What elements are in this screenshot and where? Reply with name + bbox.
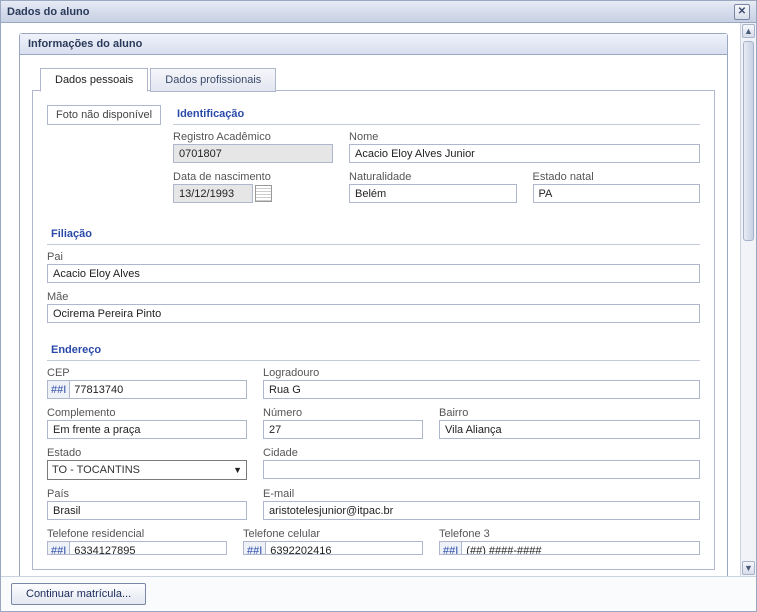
section-filiation: Filiação (47, 225, 700, 245)
label-logradouro: Logradouro (263, 367, 700, 379)
tel-res-value: 6334127895 (74, 545, 135, 555)
label-estado: Estado (47, 447, 247, 459)
field-pais[interactable]: Brasil (47, 501, 247, 520)
label-nome: Nome (349, 131, 700, 143)
continue-enrollment-button[interactable]: Continuar matrícula... (11, 583, 146, 605)
photo-column: Foto não disponível (47, 105, 161, 211)
field-cidade[interactable] (263, 460, 700, 479)
field-logradouro[interactable]: Rua G (263, 380, 700, 399)
label-registro: Registro Acadêmico (173, 131, 333, 143)
photo-placeholder: Foto não disponível (47, 105, 161, 125)
label-tel-cel: Telefone celular (243, 528, 423, 540)
tel-res-mask-prefix: ##I (48, 542, 70, 555)
field-registro: 0701807 (173, 144, 333, 163)
window-body: Informações do aluno Dados pessoais Dado… (1, 23, 756, 576)
label-naturalidade: Naturalidade (349, 171, 517, 183)
tab-strip: Dados pessoais Dados profissionais (32, 67, 715, 91)
field-numero[interactable]: 27 (263, 420, 423, 439)
close-icon[interactable]: ✕ (734, 4, 750, 20)
label-tel-res: Telefone residencial (47, 528, 227, 540)
label-pais: País (47, 488, 247, 500)
section-identification: Identificação (173, 105, 700, 125)
field-naturalidade[interactable]: Belém (349, 184, 517, 203)
field-email[interactable]: aristotelesjunior@itpac.br (263, 501, 700, 520)
chevron-down-icon: ▼ (233, 465, 242, 475)
cep-value: 77813740 (74, 384, 123, 396)
window-title: Dados do aluno (7, 6, 734, 18)
student-data-window: Dados do aluno ✕ Informações do aluno Da… (0, 0, 757, 612)
label-estado-natal: Estado natal (533, 171, 701, 183)
student-info-panel: Informações do aluno Dados pessoais Dado… (19, 33, 728, 576)
field-cep[interactable]: ##I 77813740 (47, 380, 247, 399)
scroll-up-icon[interactable]: ▲ (742, 24, 755, 38)
field-data-nasc[interactable]: 13/12/1993 (173, 184, 253, 203)
label-tel3: Telefone 3 (439, 528, 700, 540)
vertical-scrollbar[interactable]: ▲ ▼ (740, 23, 756, 576)
scroll-area: Informações do aluno Dados pessoais Dado… (1, 23, 740, 576)
field-tel-cel[interactable]: ##I 6392202416 (243, 541, 423, 555)
label-complemento: Complemento (47, 407, 247, 419)
field-estado-natal[interactable]: PA (533, 184, 701, 203)
tel-cel-value: 6392202416 (270, 545, 331, 555)
cep-mask-prefix: ##I (48, 381, 70, 399)
window-titlebar: Dados do aluno ✕ (1, 1, 756, 23)
field-nome[interactable]: Acacio Eloy Alves Junior (349, 144, 700, 163)
label-cep: CEP (47, 367, 247, 379)
label-cidade: Cidade (263, 447, 700, 459)
field-tel3[interactable]: ##I (##) ####-#### (439, 541, 700, 555)
scroll-down-icon[interactable]: ▼ (742, 561, 755, 575)
field-mae[interactable]: Ocirema Pereira Pinto (47, 304, 700, 323)
select-estado-value: TO - TOCANTINS (52, 464, 140, 476)
tel3-value: (##) ####-#### (466, 545, 541, 555)
select-estado[interactable]: TO - TOCANTINS ▼ (47, 460, 247, 480)
tel3-mask-prefix: ##I (440, 542, 462, 555)
field-complemento[interactable]: Em frente a praça (47, 420, 247, 439)
field-bairro[interactable]: Vila Aliança (439, 420, 700, 439)
identification-row: Foto não disponível Identificação Regist… (47, 105, 700, 211)
window-footer: Continuar matrícula... (1, 576, 756, 611)
panel-title: Informações do aluno (20, 34, 727, 55)
label-data-nasc: Data de nascimento (173, 171, 333, 183)
section-address: Endereço (47, 341, 700, 361)
field-tel-res[interactable]: ##I 6334127895 (47, 541, 227, 555)
tab-content-personal: Foto não disponível Identificação Regist… (32, 90, 715, 570)
field-pai[interactable]: Acacio Eloy Alves (47, 264, 700, 283)
label-email: E-mail (263, 488, 700, 500)
tel-cel-mask-prefix: ##I (244, 542, 266, 555)
label-mae: Mãe (47, 291, 700, 303)
scroll-thumb[interactable] (743, 41, 754, 241)
label-pai: Pai (47, 251, 700, 263)
label-bairro: Bairro (439, 407, 700, 419)
panel-body: Dados pessoais Dados profissionais Foto … (20, 55, 727, 576)
calendar-icon[interactable] (255, 185, 272, 202)
tab-professional[interactable]: Dados profissionais (150, 68, 276, 92)
identification-block: Identificação Registro Acadêmico 0701807… (173, 105, 700, 211)
tab-personal[interactable]: Dados pessoais (40, 68, 148, 92)
label-numero: Número (263, 407, 423, 419)
